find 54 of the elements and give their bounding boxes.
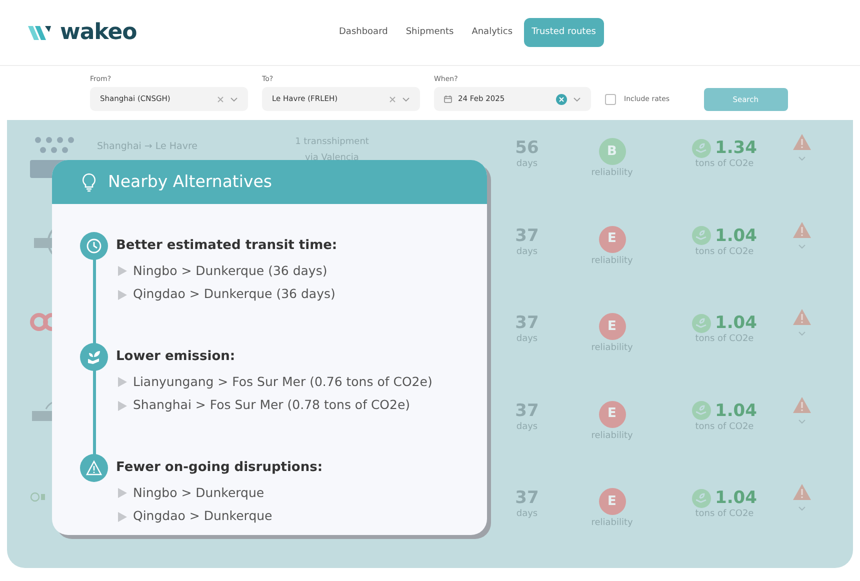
clear-icon[interactable]	[217, 96, 224, 102]
warning-icon	[86, 460, 102, 476]
bullet-icon	[118, 488, 127, 498]
bullet-icon	[118, 400, 127, 411]
leaf-hand-icon	[692, 226, 712, 246]
nav-tab[interactable]: Dashboard	[332, 18, 395, 46]
carrier-logo	[30, 492, 46, 502]
expand-icon[interactable]	[798, 506, 806, 511]
emission-value: 1.04	[715, 313, 757, 334]
emission-value: 1.04	[715, 400, 757, 421]
alternative-route: Qingdao > Dunkerque (36 days)	[133, 285, 336, 304]
leaf-hand-icon	[692, 314, 712, 333]
emission-value: 1.34	[715, 138, 757, 158]
clear-icon[interactable]	[389, 96, 396, 102]
logo-icon	[28, 24, 52, 42]
expand-icon[interactable]	[798, 331, 806, 336]
reliability-grade: E	[598, 226, 626, 252]
alternative-route: Shanghai > Fos Sur Mer (0.78 tons of CO2e)	[133, 396, 410, 414]
leaf-hand-icon	[86, 349, 102, 365]
alternative-route: Ningbo > Dunkerque (36 days)	[133, 262, 328, 280]
section-heading: Lower emission:	[116, 348, 236, 366]
clock-icon	[86, 238, 102, 254]
bullet-icon	[118, 266, 127, 276]
leaf-hand-icon	[692, 401, 712, 420]
expand-icon[interactable]	[798, 418, 806, 424]
calendar-icon	[444, 95, 452, 103]
leaf-hand-icon	[692, 138, 712, 158]
popup-title: Nearby Alternatives	[108, 170, 272, 193]
reliability-grade: B	[598, 138, 626, 165]
chevron-down-icon[interactable]	[402, 96, 410, 102]
reliability-grade: E	[598, 488, 626, 515]
alternative-route: Qingdao > Dunkerque	[133, 507, 272, 526]
reliability-grade: E	[598, 400, 626, 428]
checkbox[interactable]	[605, 94, 616, 104]
chevron-down-icon[interactable]	[573, 96, 581, 102]
leaf-hand-icon	[692, 488, 712, 508]
clear-icon[interactable]	[556, 94, 567, 104]
nav-tab[interactable]: Analytics	[464, 18, 520, 46]
expand-icon[interactable]	[798, 156, 806, 161]
emission-value: 1.04	[715, 488, 757, 508]
bullet-icon	[118, 290, 127, 300]
lightbulb-icon	[82, 172, 96, 192]
section-heading: Fewer on-going disruptions:	[116, 459, 323, 477]
emission-value: 1.04	[715, 226, 757, 246]
section-heading: Better estimated transit time:	[116, 237, 338, 255]
nav-tab[interactable]: Shipments	[398, 18, 461, 46]
bullet-icon	[118, 376, 127, 387]
alternative-route: Ningbo > Dunkerque	[133, 484, 264, 502]
reliability-grade: E	[598, 313, 626, 340]
bullet-icon	[118, 512, 127, 522]
alternative-route: Lianyungang > Fos Sur Mer (0.76 tons of CO2e)	[133, 372, 432, 391]
brand-name: wakeo	[60, 19, 137, 47]
expand-icon[interactable]	[798, 244, 806, 248]
chevron-down-icon[interactable]	[230, 96, 238, 102]
